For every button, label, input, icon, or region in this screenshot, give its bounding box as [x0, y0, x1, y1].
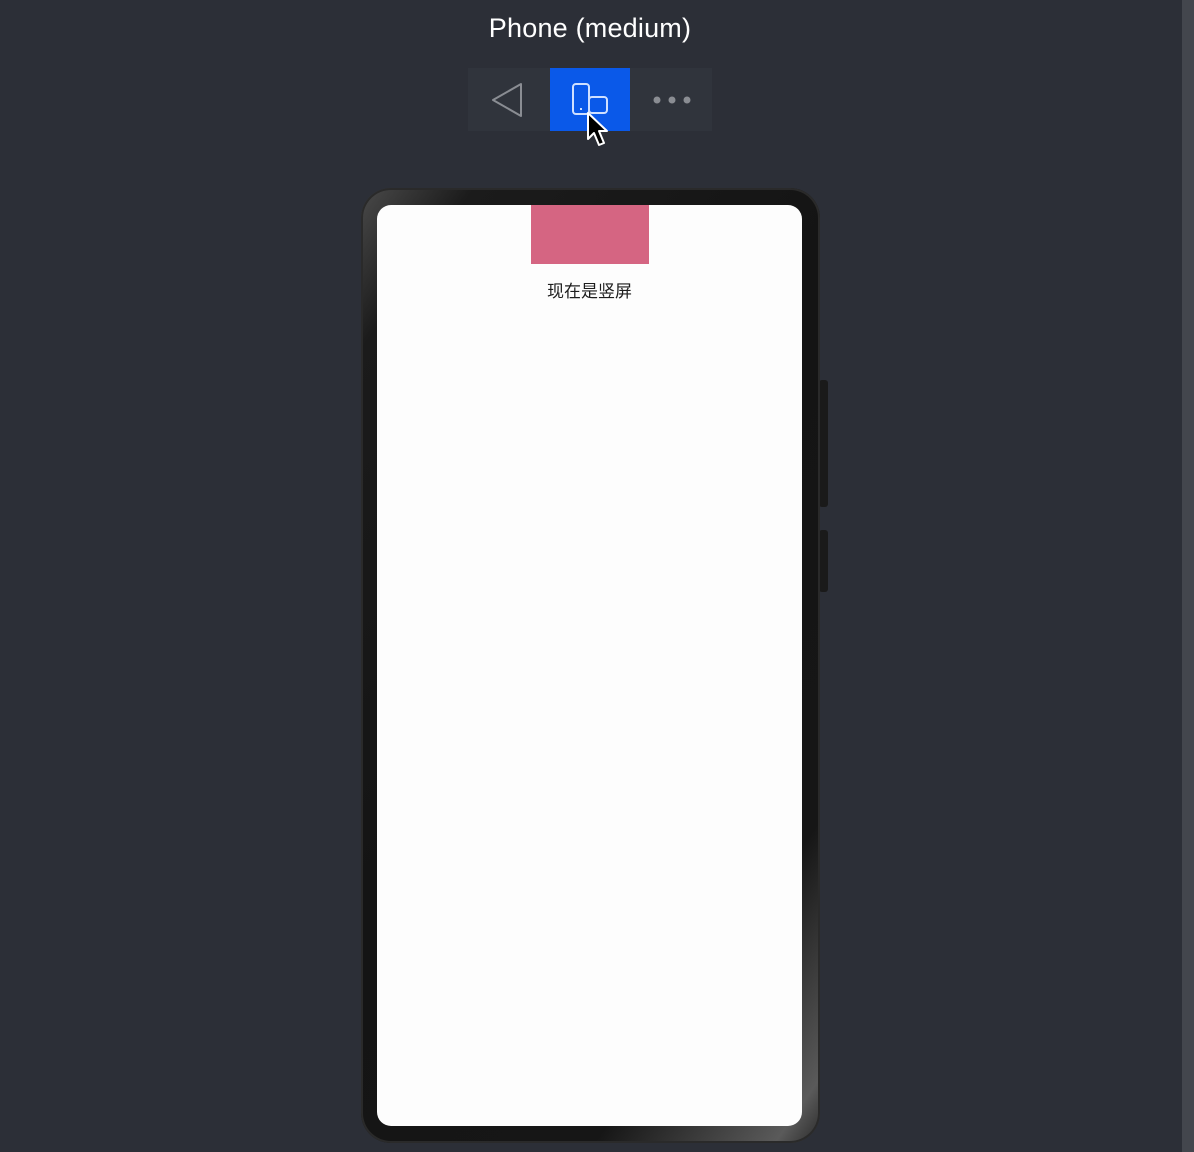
mouse-cursor-icon [587, 112, 608, 146]
orientation-label: 现在是竖屏 [547, 282, 632, 302]
scrollbar[interactable] [1182, 0, 1194, 1152]
more-dots-icon [653, 96, 691, 103]
previewer-stage: Phone (medium) 现在是竖屏 [0, 0, 1194, 1152]
device-title: Phone (medium) [488, 13, 692, 43]
phone-power-button [819, 530, 828, 592]
color-block [531, 205, 649, 264]
more-button[interactable] [631, 68, 713, 131]
phone-screen: 现在是竖屏 [377, 205, 802, 1126]
phone-frame: 现在是竖屏 [361, 188, 820, 1143]
back-triangle-icon [492, 82, 523, 117]
back-button[interactable] [468, 68, 549, 131]
phone-volume-button [819, 380, 828, 507]
